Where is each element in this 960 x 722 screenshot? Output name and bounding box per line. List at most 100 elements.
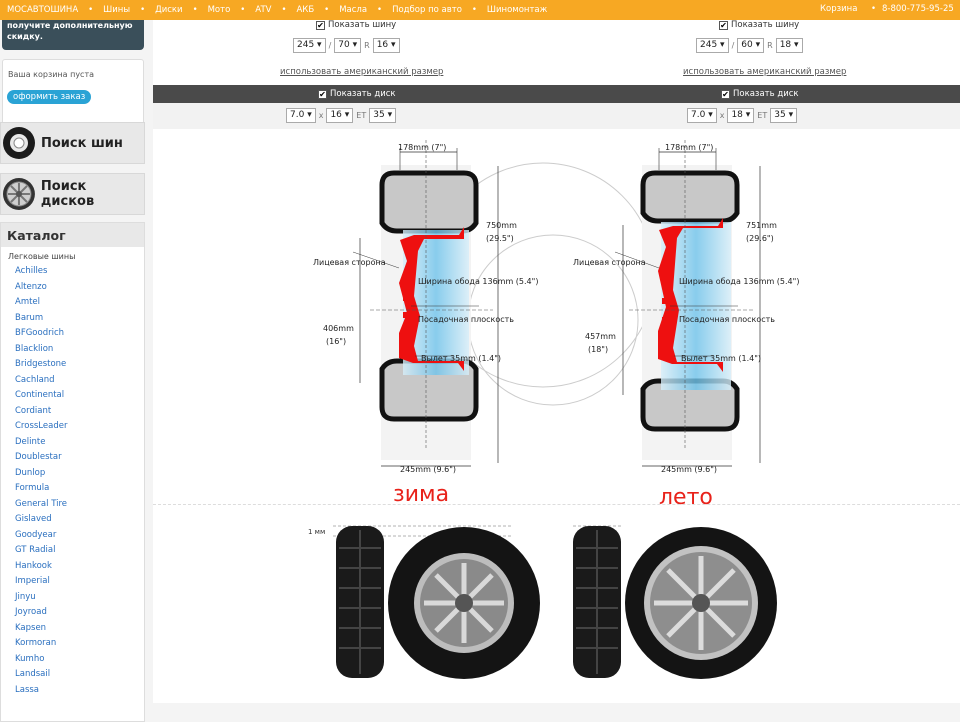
catalog-brand-link[interactable]: Landsail bbox=[15, 667, 144, 683]
catalog-brand-link[interactable]: Kormoran bbox=[15, 636, 144, 652]
right-width-top: 178mm (7") bbox=[665, 143, 713, 152]
left-mount-label: Посадочная плоскость bbox=[418, 315, 514, 324]
nav-tire-service[interactable]: Шиномонтаж bbox=[487, 5, 547, 15]
tire-search-button[interactable]: Поиск шин bbox=[0, 122, 145, 164]
left-tire-section bbox=[352, 140, 499, 467]
catalog-brand-link[interactable]: Hankook bbox=[15, 559, 144, 575]
catalog-brand-link[interactable]: Kapsen bbox=[15, 621, 144, 637]
tire-icon bbox=[3, 127, 35, 159]
show-tire-right[interactable]: ✔ Показать шину bbox=[719, 19, 799, 31]
nav-battery[interactable]: АКБ bbox=[296, 5, 314, 15]
promo-banner[interactable]: получите дополнительную скидку. bbox=[2, 20, 144, 50]
catalog-brand-link[interactable]: Amtel bbox=[15, 295, 144, 311]
catalog-brand-link[interactable]: BFGoodrich bbox=[15, 326, 144, 342]
catalog-brand-link[interactable]: Barum bbox=[15, 311, 144, 327]
checkbox-icon[interactable]: ✔ bbox=[318, 89, 327, 99]
tire-comparison-diagram: 178mm (7") 750mm (29.5") 406mm (16") 245… bbox=[313, 140, 799, 474]
left-height: 750mm bbox=[486, 221, 517, 230]
nav-cart[interactable]: Корзина bbox=[820, 4, 857, 14]
rim-width-select[interactable]: 7.0 ▾ bbox=[286, 108, 316, 123]
winter-wheel-photo bbox=[388, 527, 540, 679]
tire-profile-select[interactable]: 70 ▾ bbox=[334, 38, 362, 53]
rim-diameter-select[interactable]: 18 ▾ bbox=[727, 108, 755, 123]
catalog-brand-link[interactable]: GT Radial bbox=[15, 543, 144, 559]
left-width-bottom: 245mm (9.6") bbox=[400, 465, 456, 474]
catalog-brand-link[interactable]: Joyroad bbox=[15, 605, 144, 621]
catalog-brand-link[interactable]: Gislaved bbox=[15, 512, 144, 528]
nav-car-selection[interactable]: Подбор по авто bbox=[392, 5, 462, 15]
catalog-brand-link[interactable]: Jinyu bbox=[15, 590, 144, 606]
rim-size-right: 7.0 ▾ x 18 ▾ ET 35 ▾ bbox=[687, 108, 798, 123]
rim-offset-select[interactable]: 35 ▾ bbox=[770, 108, 798, 123]
catalog-brand-link[interactable]: General Tire bbox=[15, 497, 144, 513]
catalog-brand-link[interactable]: Altenzo bbox=[15, 280, 144, 296]
right-face-label: Лицевая сторона bbox=[573, 258, 646, 267]
nav-atv[interactable]: ATV bbox=[255, 5, 271, 15]
rim-width-select[interactable]: 7.0 ▾ bbox=[687, 108, 717, 123]
tire-width-select[interactable]: 245 ▾ bbox=[293, 38, 326, 53]
show-disk-left[interactable]: ✔ Показать диск bbox=[318, 88, 396, 100]
disk-search-button[interactable]: Поиск дисков bbox=[0, 173, 145, 215]
rim-offset-select[interactable]: 35 ▾ bbox=[369, 108, 397, 123]
sidebar: получите дополнительную скидку. Ваша кор… bbox=[0, 20, 146, 722]
brand-link[interactable]: МОСАВТОШИНА bbox=[7, 5, 78, 15]
right-width-bottom: 245mm (9.6") bbox=[661, 465, 717, 474]
tire-photos: 1 мм bbox=[308, 525, 777, 679]
tire-size-right: 245 ▾ / 60 ▾ R 18 ▾ bbox=[696, 38, 803, 53]
tire-diameter-select[interactable]: 16 ▾ bbox=[372, 38, 400, 53]
tire-size-left: 245 ▾ / 70 ▾ R 16 ▾ bbox=[293, 38, 400, 53]
diff-label: 1 мм bbox=[308, 528, 325, 536]
catalog-brand-link[interactable]: Cachland bbox=[15, 373, 144, 389]
catalog-brand-link[interactable]: CrossLeader bbox=[15, 419, 144, 435]
catalog-brand-link[interactable]: Lassa bbox=[15, 683, 144, 699]
tire-width-select[interactable]: 245 ▾ bbox=[696, 38, 729, 53]
right-rim-width-label: Ширина обода 136mm (5.4") bbox=[679, 277, 799, 286]
left-rim-dia-in: (16") bbox=[326, 337, 346, 346]
catalog-brand-link[interactable]: Delinte bbox=[15, 435, 144, 451]
tire-diameter-select[interactable]: 18 ▾ bbox=[775, 38, 803, 53]
right-rim-dia-in: (18") bbox=[588, 345, 608, 354]
show-disk-right[interactable]: ✔ Показать диск bbox=[721, 88, 799, 100]
left-rim-width-label: Ширина обода 136mm (5.4") bbox=[418, 277, 538, 286]
checkout-button[interactable]: оформить заказ bbox=[7, 90, 92, 104]
phone-number[interactable]: 8-800-775-95-25 bbox=[882, 4, 954, 14]
checkbox-icon[interactable]: ✔ bbox=[316, 20, 325, 30]
tire-profile-select[interactable]: 60 ▾ bbox=[737, 38, 765, 53]
tire-search-label: Поиск шин bbox=[41, 135, 123, 151]
catalog-brand-link[interactable]: Bridgestone bbox=[15, 357, 144, 373]
catalog-brand-link[interactable]: Continental bbox=[15, 388, 144, 404]
main-content: ✔ Показать шину ✔ Показать шину 245 ▾ / … bbox=[153, 20, 960, 703]
catalog-brand-link[interactable]: Blacklion bbox=[15, 342, 144, 358]
summer-wheel-photo bbox=[625, 527, 777, 679]
right-height-in: (29.6") bbox=[746, 234, 774, 243]
catalog-brand-link[interactable]: Doublestar bbox=[15, 450, 144, 466]
cart-empty-text: Ваша корзина пуста bbox=[8, 70, 95, 79]
rim-icon bbox=[2, 178, 35, 210]
catalog-brand-link[interactable]: Achilles bbox=[15, 264, 144, 280]
catalog-brand-link[interactable]: Dunlop bbox=[15, 466, 144, 482]
american-size-link-right[interactable]: использовать американский размер bbox=[683, 67, 846, 77]
left-width-top: 178mm (7") bbox=[398, 143, 446, 152]
catalog-brand-link[interactable]: Goodyear bbox=[15, 528, 144, 544]
nav-disks[interactable]: Диски bbox=[155, 5, 183, 15]
nav-oils[interactable]: Масла bbox=[339, 5, 367, 15]
nav-moto[interactable]: Мото bbox=[208, 5, 231, 15]
summer-label: лето bbox=[659, 485, 713, 510]
catalog-brand-link[interactable]: Formula bbox=[15, 481, 144, 497]
left-face-label: Лицевая сторона bbox=[313, 258, 386, 267]
left-height-in: (29.5") bbox=[486, 234, 514, 243]
nav-tires[interactable]: Шины bbox=[103, 5, 130, 15]
checkbox-icon[interactable]: ✔ bbox=[719, 20, 728, 30]
catalog-title: Каталог bbox=[1, 223, 144, 247]
american-size-link-left[interactable]: использовать американский размер bbox=[280, 67, 443, 77]
catalog-subtitle: Легковые шины bbox=[8, 252, 76, 261]
rim-size-left: 7.0 ▾ x 16 ▾ ET 35 ▾ bbox=[286, 108, 397, 123]
checkbox-icon[interactable]: ✔ bbox=[721, 89, 730, 99]
winter-tire-side-photo bbox=[336, 526, 384, 678]
rim-diameter-select[interactable]: 16 ▾ bbox=[326, 108, 354, 123]
catalog-brand-link[interactable]: Imperial bbox=[15, 574, 144, 590]
show-tire-left[interactable]: ✔ Показать шину bbox=[316, 19, 396, 31]
left-rim-dia: 406mm bbox=[323, 324, 354, 333]
catalog-brand-link[interactable]: Cordiant bbox=[15, 404, 144, 420]
catalog-brand-link[interactable]: Kumho bbox=[15, 652, 144, 668]
